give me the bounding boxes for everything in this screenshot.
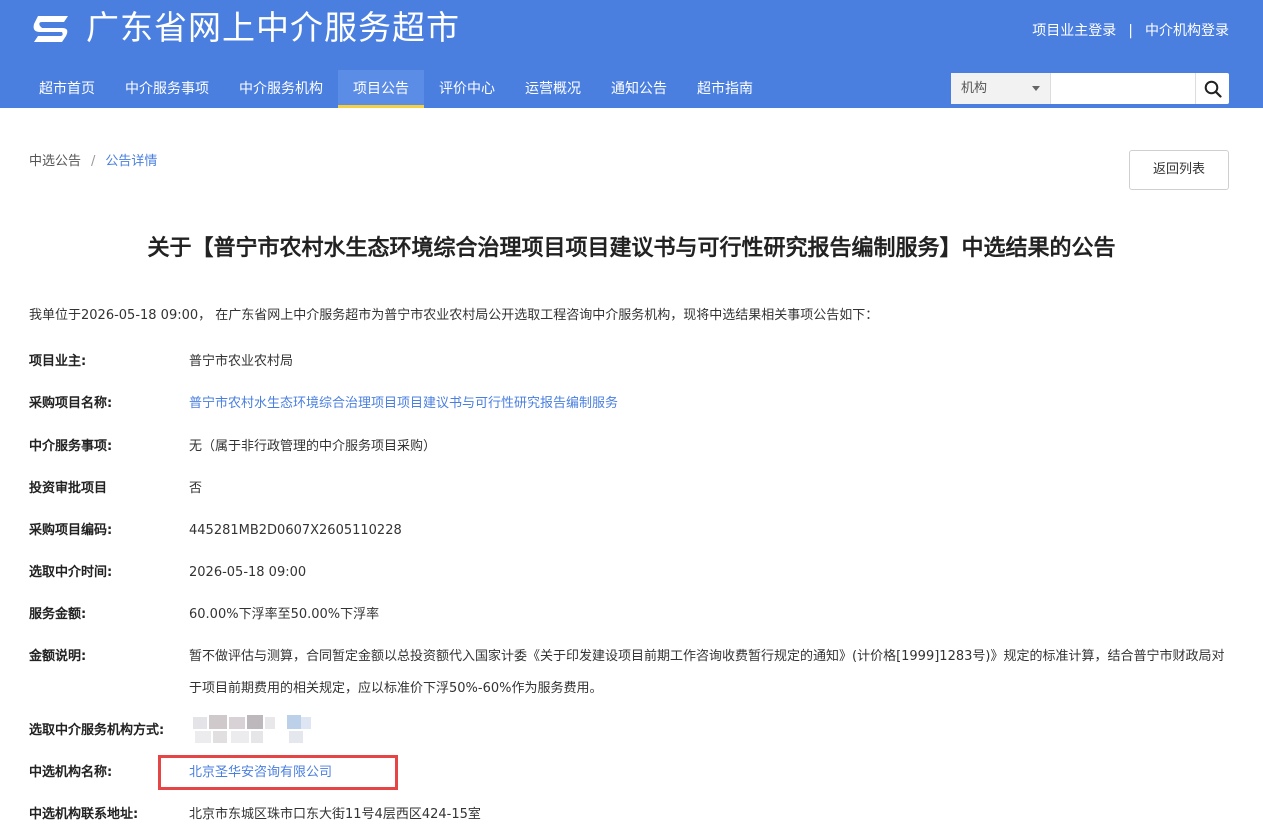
agency-login-link[interactable]: 中介机构登录 xyxy=(1145,23,1229,39)
field-value: 否 xyxy=(189,481,203,496)
highlight-box xyxy=(158,755,398,790)
search-type-select[interactable]: 机构 xyxy=(951,73,1051,104)
nav-item-notices[interactable]: 通知公告 xyxy=(596,70,682,108)
nav-item-service-agencies[interactable]: 中介服务机构 xyxy=(224,70,338,108)
field-value: 2026-05-18 09:00 xyxy=(189,565,307,580)
field-label: 中介服务事项: xyxy=(29,439,113,454)
search-icon xyxy=(1204,80,1222,98)
breadcrumb-current: 公告详情 xyxy=(105,154,158,169)
breadcrumb-separator: / xyxy=(91,154,96,169)
search-button[interactable] xyxy=(1195,73,1229,104)
field-value: 北京市东城区珠市口东大街11号4层西区424-15室 xyxy=(189,807,481,822)
redacted-value xyxy=(189,715,313,745)
owner-login-link[interactable]: 项目业主登录 xyxy=(1032,23,1116,39)
field-value: 445281MB2D0607X2605110228 xyxy=(189,523,402,538)
site-header: 广东省网上中介服务超市 项目业主登录 | 中介机构登录 超市首页 中介服务事项 中介… xyxy=(0,0,1263,108)
field-value: 60.00%下浮率至50.00%下浮率 xyxy=(189,607,380,622)
field-value: 普宁市农业农村局 xyxy=(189,354,294,369)
site-logo-icon[interactable] xyxy=(28,10,74,46)
nav-item-guide[interactable]: 超市指南 xyxy=(682,70,768,108)
nav-item-project-announcements[interactable]: 项目公告 xyxy=(338,70,424,108)
breadcrumb: 中选公告 / 公告详情 xyxy=(29,150,157,169)
search-bar: 机构 xyxy=(951,73,1229,104)
nav-item-operations[interactable]: 运营概况 xyxy=(510,70,596,108)
site-title[interactable]: 广东省网上中介服务超市 xyxy=(86,6,460,50)
field-label: 采购项目编码: xyxy=(29,523,113,538)
project-name-link[interactable]: 普宁市农村水生态环境综合治理项目项目建议书与可行性研究报告编制服务 xyxy=(189,394,618,414)
search-type-value: 机构 xyxy=(961,81,988,96)
page-title: 关于【普宁市农村水生态环境综合治理项目项目建议书与可行性研究报告编制服务】中选结… xyxy=(147,236,1116,261)
chevron-down-icon xyxy=(1032,86,1040,91)
field-label: 中选机构联系地址: xyxy=(29,807,139,822)
field-label: 服务金额: xyxy=(29,607,87,622)
main-nav: 超市首页 中介服务事项 中介服务机构 项目公告 评价中心 运营概况 通知公告 超… xyxy=(24,70,768,108)
field-label: 项目业主: xyxy=(29,354,87,369)
field-label: 选取中介服务机构方式: xyxy=(29,723,165,738)
field-label: 采购项目名称: xyxy=(29,396,113,411)
breadcrumb-parent[interactable]: 中选公告 xyxy=(29,154,81,169)
login-separator: | xyxy=(1128,23,1133,39)
field-label: 选取中介时间: xyxy=(29,565,113,580)
nav-item-home[interactable]: 超市首页 xyxy=(24,70,110,108)
top-login-links: 项目业主登录 | 中介机构登录 xyxy=(1032,20,1229,42)
back-to-list-button[interactable]: 返回列表 xyxy=(1129,150,1229,190)
nav-item-evaluation[interactable]: 评价中心 xyxy=(424,70,510,108)
field-label: 投资审批项目 xyxy=(29,481,108,496)
field-value: 暂不做评估与测算，合同暂定金额以总投资额代入国家计委《关于印发建设项目前期工作咨… xyxy=(189,649,1225,696)
field-value: 无（属于非行政管理的中介服务项目采购） xyxy=(189,439,437,454)
nav-item-service-items[interactable]: 中介服务事项 xyxy=(110,70,224,108)
field-label: 中选机构名称: xyxy=(29,765,113,780)
search-input[interactable] xyxy=(1051,73,1195,104)
field-label: 金额说明: xyxy=(29,649,87,664)
announcement-intro: 我单位于2026-05-18 09:00， 在广东省网上中介服务超市为普宁市农业… xyxy=(29,308,879,323)
